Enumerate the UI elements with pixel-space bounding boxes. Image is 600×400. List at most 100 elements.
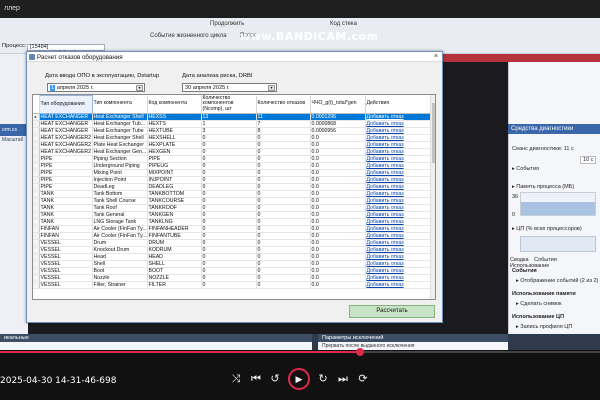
diag-cpu[interactable]: ▸ ЦП (% всех процессоров) <box>512 226 582 232</box>
equipment-grid[interactable]: Тип оборудования Тип компонента Код комп… <box>32 94 436 300</box>
add-failure-link-cell[interactable]: Добавить отказ <box>365 183 432 191</box>
table-row[interactable]: HEAT EXCHANGER Heat Exchanger Tube HEXTUBE… <box>33 127 432 135</box>
add-failure-link-cell[interactable]: Добавить отказ <box>365 218 432 226</box>
table-row[interactable]: VESSEL Head HEAD 0 0 0.0 Добавить отказ <box>33 253 432 261</box>
table-row[interactable]: TANK Tank Bottom TANKBOTTOM 0 0 0.0 Добавить о… <box>33 190 432 198</box>
add-failure-link-cell[interactable]: Добавить отказ <box>365 134 432 142</box>
calendar-icon[interactable]: ▾ <box>268 85 275 91</box>
table-row[interactable]: PIPE DeadLeg DEADLEG 0 0 0.0 Добавить отказ <box>33 183 432 191</box>
add-failure-link-cell[interactable]: Добавить отказ <box>365 127 432 135</box>
rewind-10-icon[interactable]: ↺ <box>268 372 282 386</box>
component-type-cell: Tank Roof <box>92 204 148 212</box>
forward-30-icon[interactable]: ↻ <box>316 372 330 386</box>
table-row[interactable]: VESSEL Filter, Strainer FILTER 0 0 0.0 Добавит… <box>33 281 432 289</box>
add-failure-link-cell[interactable]: Добавить отказ <box>365 162 432 170</box>
component-count-cell: 0 <box>201 197 257 205</box>
diag-sec-events-item[interactable]: ▸ Отображение событий (2 из 2) <box>516 278 598 284</box>
component-count-cell: 0 <box>201 267 257 275</box>
add-failure-link-cell[interactable]: Добавить отказ <box>365 204 432 212</box>
next-icon[interactable]: ⏭ <box>336 372 350 386</box>
table-row[interactable]: TANK Tank Shell Course TANKCOURSE 0 0 0.0 Доба… <box>33 197 432 205</box>
progress-knob[interactable] <box>356 348 364 356</box>
component-type-cell: LNG Storage Tank <box>92 218 148 226</box>
bottom-tab-exceptions[interactable]: Параметры исключений <box>318 334 508 342</box>
add-failure-link-cell[interactable]: Добавить отказ <box>365 211 432 219</box>
add-failure-link-cell[interactable]: Добавить отказ <box>365 267 432 275</box>
diag-sec-cpu-item[interactable]: ▸ Запись профиля ЦП <box>516 324 572 330</box>
component-type-cell: Heat Exchanger Shell <box>92 113 148 121</box>
add-failure-link-cell[interactable]: Добавить отказ <box>365 176 432 184</box>
gff-value-cell: 0.0000956 <box>310 127 366 135</box>
add-failure-link-cell[interactable]: Добавить отказ <box>365 197 432 205</box>
toolbar-lifecycle[interactable]: Событие жизненного цикла <box>150 33 227 39</box>
table-row[interactable]: TANK Tank Roof TANKROOF 0 0 0.0 Добавить отказ <box>33 204 432 212</box>
col-gff[interactable]: ЧЧО_g(t)_total*gen <box>310 95 366 114</box>
table-row[interactable]: ▸ HEAT EXCHANGER Heat Exchanger Shell HEXSS… <box>33 113 432 121</box>
add-failure-link-cell[interactable]: Добавить отказ <box>365 169 432 177</box>
play-icon[interactable]: ▶ <box>288 368 310 390</box>
table-row[interactable]: VESSEL Shell SHELL 0 0 0.0 Добавить отказ <box>33 260 432 268</box>
bottom-tab-locals[interactable]: икальные <box>0 334 312 342</box>
table-row[interactable]: TANK Tank General TANKGEN 0 0 0.0 Добавить отк… <box>33 211 432 219</box>
table-row[interactable]: HEAT EXCHANGER2 Heat Exchanger Shell HEXSH… <box>33 134 432 142</box>
gff-value-cell: 0.0001296 <box>310 113 366 121</box>
date-in-picker[interactable]: 1 апреля 2025 г. ▾ <box>47 83 145 92</box>
col-component-count[interactable]: Количество компонентов (Ncomp), шт <box>201 95 257 114</box>
table-row[interactable]: FINFAN Air Cooler (FinFan Ty... FINFANTUBE… <box>33 232 432 240</box>
memory-graph <box>520 192 596 216</box>
diag-events[interactable]: ▸ События <box>512 166 539 172</box>
table-row[interactable]: PIPE Mixing Point MIXPOINT 0 0 0.0 Добавить от… <box>33 169 432 177</box>
process-dropdown[interactable]: [15484] equipment_failurebase <box>27 44 105 55</box>
table-row[interactable]: PIPE Underground Piping PIPEUG 0 0 0.0 Добавит… <box>33 162 432 170</box>
add-failure-link-cell[interactable]: Добавить отказ <box>365 141 432 149</box>
add-failure-link-cell[interactable]: Добавить отказ <box>365 246 432 254</box>
add-failure-link-cell[interactable]: Добавить отказ <box>365 113 432 121</box>
equipment-type-cell: HEAT EXCHANGER2 <box>39 134 93 142</box>
table-row[interactable]: HEAT EXCHANGER2 Heat Exchanger Gen... HEXG… <box>33 148 432 156</box>
col-component-code[interactable]: Код компонента <box>147 95 202 114</box>
ide-left-tab-2[interactable]: Масштаб <box>0 136 28 144</box>
add-failure-link-cell[interactable]: Добавить отказ <box>365 148 432 156</box>
col-actions[interactable]: Действия <box>365 95 432 114</box>
table-row[interactable]: VESSEL Knockout Drum KODRUM 0 0 0.0 Добавить о… <box>33 246 432 254</box>
repeat-icon[interactable]: ⟳ <box>356 372 370 386</box>
close-icon[interactable]: × <box>434 53 438 60</box>
previous-icon[interactable]: ⏮ <box>249 372 263 386</box>
add-failure-link-cell[interactable]: Добавить отказ <box>365 225 432 233</box>
toolbar-continue[interactable]: Продолжить <box>210 21 244 27</box>
table-row[interactable]: VESSEL Nozzle NOZZLE 0 0 0.0 Добавить отказ <box>33 274 432 282</box>
grid-scroll-thumb[interactable] <box>432 103 435 163</box>
gff-value-cell: 0.0 <box>310 218 366 226</box>
table-row[interactable]: HEAT EXCHANGER2 Plate Heat Exchanger HEXPL… <box>33 141 432 149</box>
gff-value-cell: 0.0 <box>310 246 366 254</box>
toolbar-stack[interactable]: Код стека <box>330 21 357 27</box>
calendar-icon[interactable]: ▾ <box>136 85 143 91</box>
add-failure-link-cell[interactable]: Добавить отказ <box>365 274 432 282</box>
table-row[interactable]: PIPE Piping Section PIPE 0 0 0.0 Добавить отка… <box>33 155 432 163</box>
table-row[interactable]: VESSEL Boot BOOT 0 0 0.0 Добавить отказ <box>33 267 432 275</box>
table-row[interactable]: TANK LNG Storage Tank TANKLNG 0 0 0.0 Добавить… <box>33 218 432 226</box>
table-row[interactable]: PIPE Injection Point INJPOINT 0 0 0.0 Добавить… <box>33 176 432 184</box>
ide-left-tab[interactable]: orm.cs <box>0 124 28 136</box>
add-failure-link-cell[interactable]: Добавить отказ <box>365 190 432 198</box>
add-failure-link-cell[interactable]: Добавить отказ <box>365 281 432 289</box>
add-failure-link-cell[interactable]: Добавить отказ <box>365 260 432 268</box>
col-equipment-type[interactable]: Тип оборудования <box>38 95 93 114</box>
table-row[interactable]: FINFAN Air Cooler (FinFan Ty... FINFANHEAD… <box>33 225 432 233</box>
add-failure-link-cell[interactable]: Добавить отказ <box>365 120 432 128</box>
col-failure-count[interactable]: Количество отказов <box>256 95 311 114</box>
add-failure-link-cell[interactable]: Добавить отказ <box>365 155 432 163</box>
diag-sec-memory-item[interactable]: ▸ Сделать снимок <box>516 301 562 307</box>
grid-scrollbar[interactable] <box>430 95 435 299</box>
col-component-type[interactable]: Тип компонента <box>92 95 148 114</box>
date-an-picker[interactable]: 30 апреля 2025 г. ▾ <box>182 83 277 92</box>
table-row[interactable]: HEAT EXCHANGER Heat Exchanger Tub... HEXTS… <box>33 120 432 128</box>
failure-calc-dialog: Расчет отказов оборудования × Дата ввода… <box>26 51 443 323</box>
diag-memory[interactable]: ▸ Память процесса (МБ) <box>512 184 574 190</box>
add-failure-link-cell[interactable]: Добавить отказ <box>365 253 432 261</box>
add-failure-link-cell[interactable]: Добавить отказ <box>365 239 432 247</box>
table-row[interactable]: VESSEL Drum DRUM 0 0 0.0 Добавить отказ <box>33 239 432 247</box>
calculate-button[interactable]: Рассчитать <box>349 305 435 318</box>
add-failure-link-cell[interactable]: Добавить отказ <box>365 232 432 240</box>
shuffle-icon[interactable]: ⤨ <box>229 372 243 386</box>
